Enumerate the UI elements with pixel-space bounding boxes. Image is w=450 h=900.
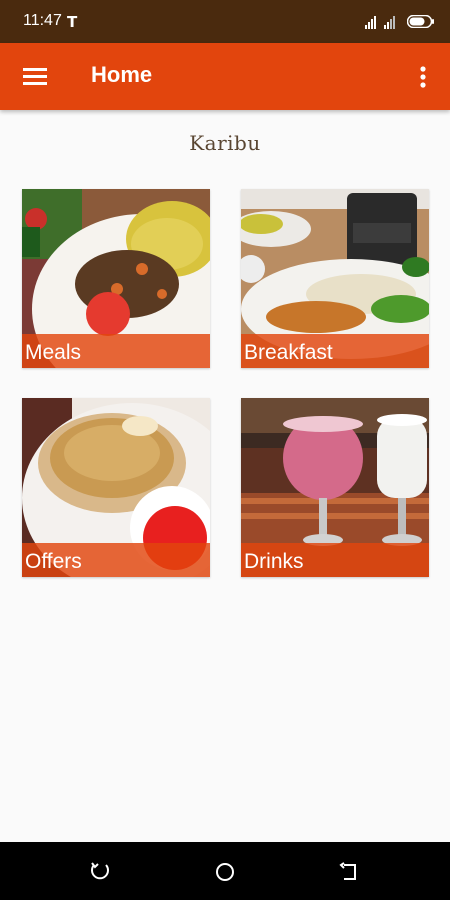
page-title: Home	[91, 62, 153, 87]
tile-label-drinks: Drinks	[244, 550, 304, 573]
system-navigation-bar	[0, 842, 450, 900]
status-bar: 11:47 T	[0, 0, 450, 43]
signal-icon	[365, 16, 395, 29]
tile-label-offers: Offers	[25, 550, 82, 573]
back-icon[interactable]	[339, 861, 361, 883]
category-tile-meals[interactable]: Meals	[22, 189, 210, 368]
recent-apps-icon[interactable]	[89, 861, 111, 883]
notification-app-icon: T	[67, 13, 78, 31]
category-tile-offers[interactable]: Offers	[22, 398, 210, 577]
tile-label-breakfast: Breakfast	[244, 341, 333, 364]
category-tile-drinks[interactable]: Drinks	[241, 398, 429, 577]
category-tile-breakfast[interactable]: Breakfast	[241, 189, 429, 368]
status-time: 11:47	[23, 12, 62, 29]
more-vert-icon[interactable]	[410, 63, 436, 91]
home-icon[interactable]	[214, 861, 236, 883]
app-toolbar: Home	[0, 43, 450, 110]
hamburger-menu-icon[interactable]	[18, 63, 54, 91]
greeting-text: Karibu	[189, 131, 261, 155]
tile-label-meals: Meals	[25, 341, 82, 364]
battery-icon	[407, 15, 434, 28]
